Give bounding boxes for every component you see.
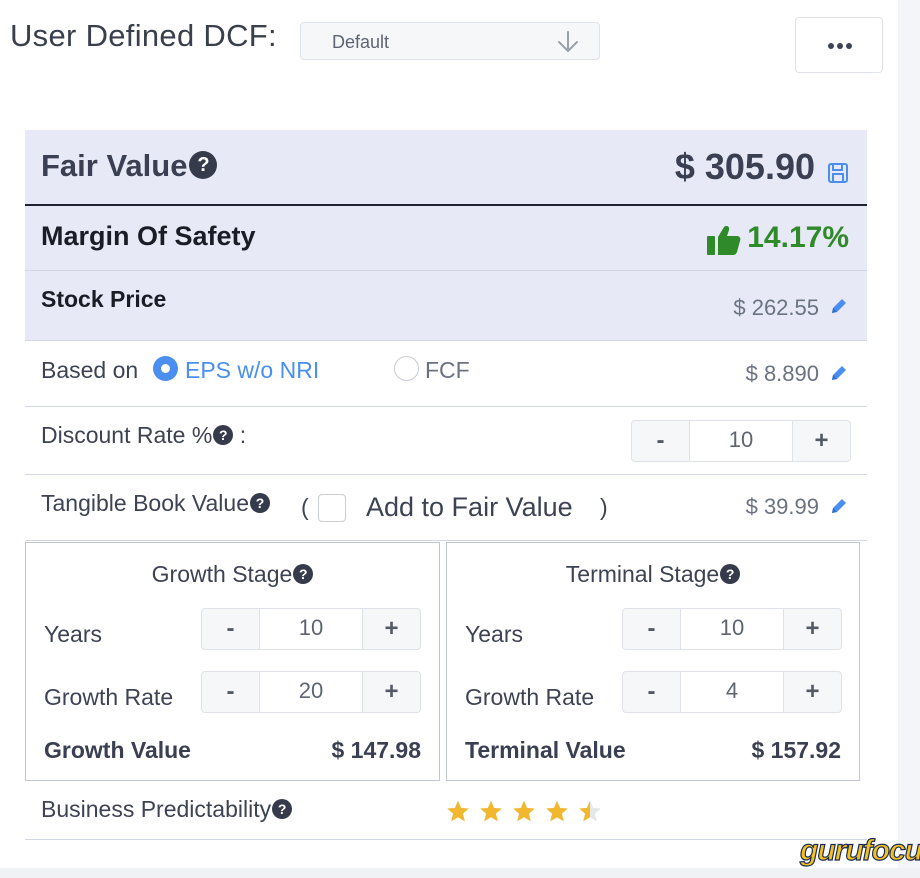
- radio-eps[interactable]: [153, 356, 178, 381]
- decrement-button[interactable]: -: [632, 421, 689, 461]
- stock-price-row: Stock Price $ 262.55: [25, 271, 867, 341]
- star-icon: [447, 800, 469, 822]
- discount-rate-colon: :: [239, 422, 247, 448]
- discount-rate-title: Discount Rate %? :: [41, 422, 246, 449]
- based-on-label: Based on: [41, 357, 139, 383]
- help-icon[interactable]: ?: [720, 563, 741, 584]
- growth-stage-title: Growth Stage?: [26, 561, 439, 588]
- help-icon[interactable]: ?: [250, 492, 270, 513]
- help-icon[interactable]: ?: [189, 150, 218, 179]
- dcf-preset-select[interactable]: Default: [300, 22, 600, 60]
- help-icon[interactable]: ?: [213, 424, 234, 445]
- save-icon[interactable]: [827, 162, 849, 189]
- growth-rate-input[interactable]: 20: [259, 672, 363, 712]
- add-to-fair-value-label[interactable]: Add to Fair Value: [366, 492, 573, 523]
- radio-fcf-label[interactable]: FCF: [425, 357, 470, 384]
- business-predictability-row: Business Predictability?: [25, 782, 867, 840]
- based-on-row: Based on EPS w/o NRI FCF $ 8.890: [25, 341, 867, 407]
- terminal-stage-panel: Terminal Stage? Years - 10 + Growth Rate…: [446, 542, 860, 781]
- pencil-icon[interactable]: [829, 496, 849, 521]
- fair-value-row: Fair Value? $ 305.90: [25, 130, 867, 206]
- business-predictability-label: Business Predictability: [41, 796, 272, 822]
- increment-button[interactable]: +: [784, 672, 841, 712]
- business-predictability-title: Business Predictability?: [41, 796, 293, 823]
- decrement-button[interactable]: -: [202, 672, 259, 712]
- growth-value-label: Growth Value: [44, 737, 191, 763]
- discount-rate-row: Discount Rate %? : - 10 +: [25, 407, 867, 475]
- increment-button[interactable]: +: [363, 672, 420, 712]
- more-icon: [828, 43, 852, 49]
- chevron-down-icon: [553, 27, 583, 62]
- pencil-icon[interactable]: [829, 296, 849, 321]
- growth-rate-stepper[interactable]: - 20 +: [201, 671, 421, 713]
- terminal-rate-stepper[interactable]: - 4 +: [622, 671, 842, 713]
- increment-button[interactable]: +: [793, 421, 850, 461]
- fair-value-amount: $ 305.90: [674, 146, 815, 187]
- growth-stage-label: Growth Stage: [151, 561, 293, 587]
- decrement-button[interactable]: -: [623, 672, 680, 712]
- terminal-stage-label: Terminal Stage: [565, 561, 720, 587]
- terminal-rate-input[interactable]: 4: [680, 672, 784, 712]
- stock-price-value: $ 262.55: [733, 295, 819, 320]
- stock-price-label: Stock Price: [41, 286, 167, 312]
- growth-years-input[interactable]: 10: [259, 609, 363, 649]
- fair-value-label: Fair Value: [41, 148, 188, 183]
- pencil-icon[interactable]: [829, 363, 849, 388]
- growth-years-label: Years: [44, 621, 102, 647]
- add-to-fair-value-checkbox[interactable]: [318, 494, 346, 522]
- increment-button[interactable]: +: [784, 609, 841, 649]
- terminal-years-label: Years: [465, 621, 523, 647]
- terminal-years-stepper[interactable]: - 10 +: [622, 608, 842, 650]
- tangible-book-label: Tangible Book Value: [41, 490, 249, 516]
- growth-rate-label: Growth Rate: [44, 684, 174, 710]
- margin-of-safety-row: Margin Of Safety 14.17%: [25, 206, 867, 271]
- margin-of-safety-label: Margin Of Safety: [41, 221, 256, 251]
- page-footer-strip: [0, 868, 920, 878]
- terminal-rate-label: Growth Rate: [465, 684, 595, 710]
- page-title: User Defined DCF:: [10, 18, 277, 53]
- tangible-book-row: Tangible Book Value? ( Add to Fair Value…: [25, 475, 867, 541]
- predictability-rating: [445, 798, 603, 824]
- gurufocus-logo: gurufocus: [799, 833, 920, 867]
- fair-value-title: Fair Value?: [41, 148, 218, 184]
- open-paren: (: [301, 494, 309, 520]
- growth-stage-panel: Growth Stage? Years - 10 + Growth Rate -…: [25, 542, 440, 781]
- star-icon: [480, 800, 502, 822]
- increment-button[interactable]: +: [363, 609, 420, 649]
- radio-fcf[interactable]: [394, 356, 419, 381]
- growth-value: $ 147.98: [331, 737, 421, 763]
- tangible-book-value: $ 39.99: [745, 494, 819, 519]
- terminal-value-label: Terminal Value: [465, 737, 626, 763]
- dcf-preset-value: Default: [332, 32, 390, 52]
- growth-years-stepper[interactable]: - 10 +: [201, 608, 421, 650]
- decrement-button[interactable]: -: [623, 609, 680, 649]
- help-icon[interactable]: ?: [272, 798, 293, 819]
- star-icon: [546, 800, 568, 822]
- page-scrollbar[interactable]: [898, 0, 920, 878]
- discount-rate-label: Discount Rate %: [41, 422, 213, 448]
- discount-rate-stepper[interactable]: - 10 +: [631, 420, 851, 462]
- dcf-calculator-card: Fair Value? $ 305.90 Margin Of Safety 14…: [25, 130, 867, 840]
- terminal-years-input[interactable]: 10: [680, 609, 784, 649]
- discount-rate-input[interactable]: 10: [689, 421, 793, 461]
- close-paren: ): [600, 494, 608, 520]
- decrement-button[interactable]: -: [202, 609, 259, 649]
- more-options-button[interactable]: [795, 17, 883, 73]
- terminal-stage-title: Terminal Stage?: [447, 561, 859, 588]
- based-on-value: $ 8.890: [745, 361, 819, 386]
- radio-eps-label[interactable]: EPS w/o NRI: [185, 357, 319, 384]
- star-icon: [579, 800, 601, 822]
- star-icon: [513, 800, 535, 822]
- help-icon[interactable]: ?: [293, 563, 314, 584]
- thumbs-up-icon: [707, 225, 741, 260]
- tangible-book-title: Tangible Book Value?: [41, 490, 270, 517]
- margin-of-safety-value: 14.17%: [747, 221, 849, 254]
- terminal-value: $ 157.92: [751, 737, 841, 763]
